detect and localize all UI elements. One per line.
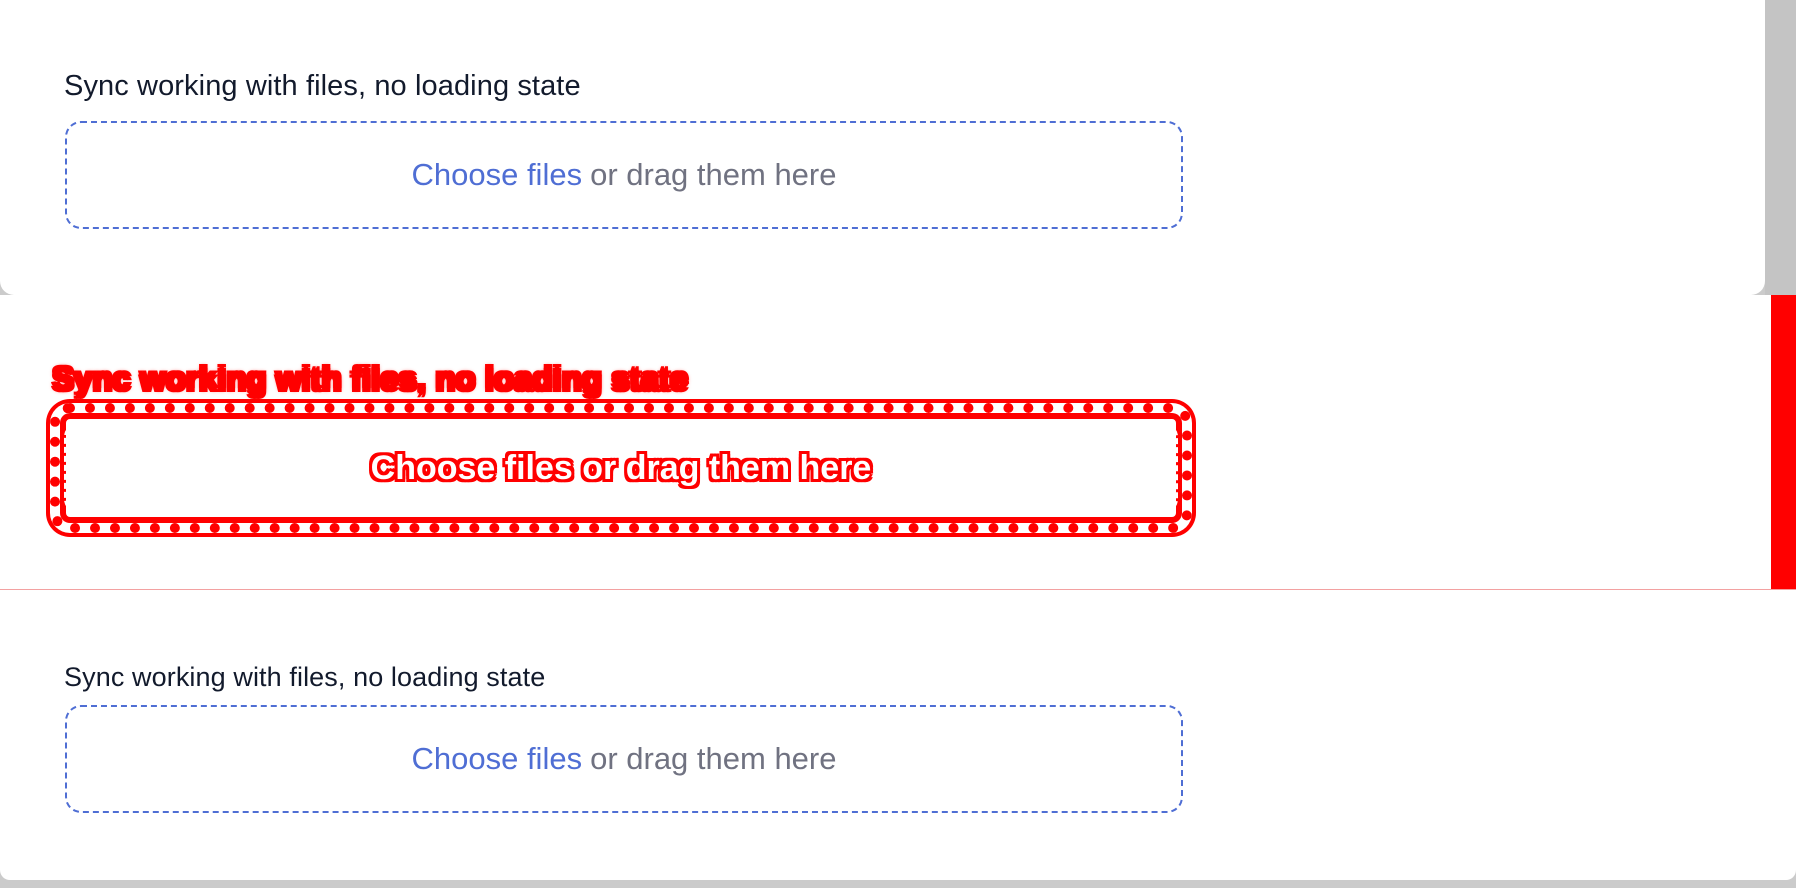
diff-marker-bar: [1771, 295, 1796, 589]
field-label: Sync working with files, no loading stat…: [64, 70, 581, 102]
diff-dropzone-text: Choose files or drag them here: [371, 449, 872, 488]
diff-dropzone: Choose files or drag them here: [50, 403, 1192, 533]
field-label: Sync working with files, no loading stat…: [64, 662, 546, 692]
screenshot-canvas: Sync working with files, no loading stat…: [0, 0, 1796, 888]
drag-hint-text: or drag them here: [590, 157, 837, 192]
choose-files-link[interactable]: Choose files: [411, 157, 582, 193]
bottom-strip: [0, 880, 1796, 888]
drag-hint-text: or drag them here: [590, 741, 837, 776]
diff-panel: Sync working with files, no loading stat…: [0, 295, 1796, 590]
diff-choose-files-text: Choose files: [370, 448, 573, 487]
file-dropzone[interactable]: Choose files or drag them here: [65, 705, 1183, 813]
diff-drag-hint-text: or drag them here: [582, 448, 872, 487]
file-dropzone[interactable]: Choose files or drag them here: [65, 121, 1183, 229]
top-panel: Sync working with files, no loading stat…: [0, 0, 1765, 295]
bottom-panel: Sync working with files, no loading stat…: [0, 590, 1796, 880]
diff-field-label: Sync working with files, no loading stat…: [52, 360, 689, 397]
choose-files-link[interactable]: Choose files: [411, 741, 582, 777]
scrollbar-track[interactable]: [1765, 0, 1796, 295]
